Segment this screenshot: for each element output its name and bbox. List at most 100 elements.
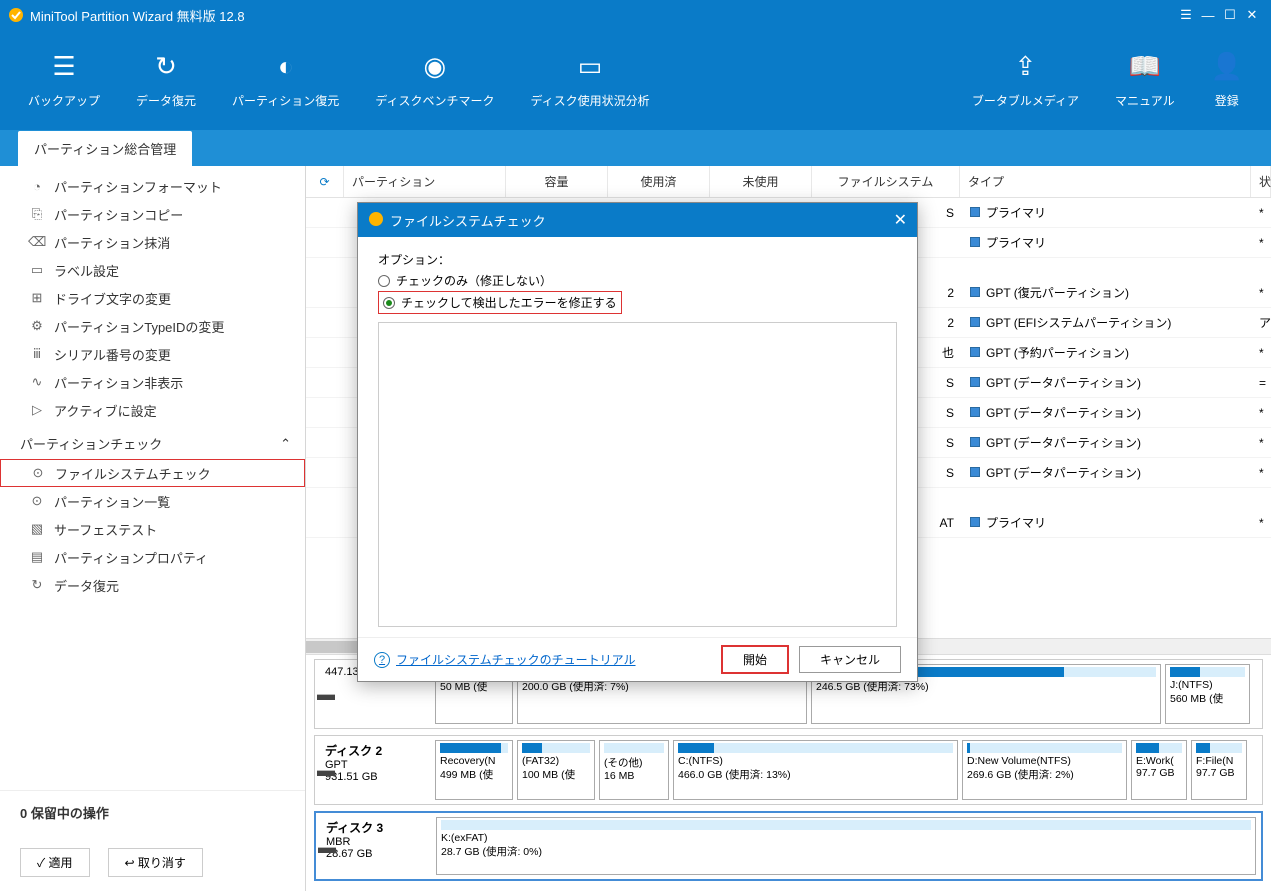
radio-check-and-fix-label: チェックして検出したエラーを修正する	[401, 294, 617, 311]
sidebar-item-icon: ⅲ	[28, 346, 46, 362]
sidebar-item-label: パーティション非表示	[54, 373, 183, 392]
close-button[interactable]: ✕	[1241, 7, 1263, 23]
tool-bootable-media[interactable]: ⇪ ブータブルメディア	[954, 46, 1097, 115]
tool-backup[interactable]: ☰ バックアップ	[10, 46, 118, 115]
maximize-button[interactable]: ☐	[1219, 7, 1241, 23]
disk-volume[interactable]: D:New Volume(NTFS)269.6 GB (使用済: 2%)	[962, 740, 1127, 800]
chevron-up-icon: ⌃	[280, 436, 291, 452]
sidebar-item[interactable]: ⅲシリアル番号の変更	[0, 340, 305, 368]
disk-volume[interactable]: (その他)16 MB	[599, 740, 669, 800]
col-free[interactable]: 未使用	[710, 166, 812, 197]
menu-icon[interactable]: ☰	[1175, 7, 1197, 23]
cell-status: *	[1251, 466, 1271, 480]
tool-label: バックアップ	[28, 92, 100, 109]
disk-volume[interactable]: J:(NTFS)560 MB (使	[1165, 664, 1250, 724]
cell-status: *	[1251, 236, 1271, 250]
sidebar-item-icon: ∿	[28, 374, 46, 390]
disk-benchmark-icon: ◉	[424, 52, 447, 82]
radio-check-only[interactable]: チェックのみ（修正しない）	[378, 270, 897, 291]
col-status[interactable]: 状	[1251, 166, 1271, 197]
sidebar-item[interactable]: ▷アクティブに設定	[0, 396, 305, 424]
cell-status: *	[1251, 346, 1271, 360]
tab-row: パーティション総合管理	[0, 130, 1271, 166]
col-partition[interactable]: パーティション	[344, 166, 506, 197]
sidebar-item-label: パーティションコピー	[54, 205, 183, 224]
undo-button[interactable]: ↩ 取り消す	[108, 848, 203, 877]
sidebar-item[interactable]: ⊞ドライブ文字の変更	[0, 284, 305, 312]
sidebar-item-label: パーティションTypeIDの変更	[54, 317, 224, 336]
bootable-media-icon: ⇪	[1015, 52, 1037, 82]
sidebar-item[interactable]: ▧サーフェステスト	[0, 515, 305, 543]
disk-volume[interactable]: Recovery(N499 MB (使	[435, 740, 513, 800]
cell-fs: S	[922, 376, 962, 390]
tool-manual[interactable]: 📖マニュアル	[1097, 46, 1193, 115]
tool-partition-recovery[interactable]: ◐パーティション復元	[214, 46, 357, 115]
tool-label: ブータブルメディア	[972, 92, 1079, 109]
sidebar-item[interactable]: ▭ラベル設定	[0, 256, 305, 284]
tool-label: パーティション復元	[232, 92, 339, 109]
col-type[interactable]: タイプ	[960, 166, 1251, 197]
cell-type: GPT (データパーティション)	[962, 464, 1251, 481]
sidebar-item[interactable]: ▤パーティションプロパティ	[0, 543, 305, 571]
cell-status: *	[1251, 436, 1271, 450]
col-fs[interactable]: ファイルシステム	[812, 166, 960, 197]
cell-status: ア	[1251, 314, 1271, 331]
backup-icon: ☰	[52, 52, 75, 82]
disk-volume[interactable]: F:File(N97.7 GB	[1191, 740, 1247, 800]
disk-header: ディスク 3MBR28.67 GB▬	[320, 817, 432, 875]
disk-map[interactable]: ディスク 2GPT931.51 GB▬Recovery(N499 MB (使(F…	[314, 735, 1263, 805]
cell-status: *	[1251, 406, 1271, 420]
sidebar-item-label: アクティブに設定	[54, 401, 157, 420]
col-capacity[interactable]: 容量	[506, 166, 608, 197]
start-button[interactable]: 開始	[721, 645, 789, 674]
disk-volume[interactable]: (FAT32)100 MB (使	[517, 740, 595, 800]
sidebar-item[interactable]: ⊙ファイルシステムチェック	[0, 459, 305, 487]
sidebar-item[interactable]: ⌫パーティション抹消	[0, 228, 305, 256]
sidebar-group-header[interactable]: パーティションチェック⌃	[0, 424, 305, 459]
col-used[interactable]: 使用済	[608, 166, 710, 197]
minimize-button[interactable]: —	[1197, 8, 1219, 23]
sidebar-item-label: データ復元	[54, 576, 119, 595]
tool-disk-usage[interactable]: ▭ディスク使用状況分析	[512, 46, 667, 115]
cell-type: プライマリ	[962, 234, 1251, 251]
cell-fs: 2	[922, 286, 962, 300]
cell-fs: S	[922, 466, 962, 480]
cell-fs: 2	[922, 316, 962, 330]
sidebar-item[interactable]: ↻ データ復元	[0, 571, 305, 599]
apply-button[interactable]: ✓ 適用	[20, 848, 90, 877]
dialog-titlebar: ファイルシステムチェック ✕	[358, 203, 917, 237]
tab-partition-mgmt[interactable]: パーティション総合管理	[18, 131, 192, 166]
dialog-close-icon[interactable]: ✕	[894, 210, 907, 230]
disk-volume[interactable]: E:Work(97.7 GB	[1131, 740, 1187, 800]
sidebar-item-icon: ⚙	[28, 318, 46, 334]
radio-check-and-fix[interactable]: チェックして検出したエラーを修正する	[378, 291, 622, 314]
cell-fs: AT	[922, 516, 962, 530]
disk-header: ディスク 2GPT931.51 GB▬	[319, 740, 431, 800]
tool-register[interactable]: 👤登録	[1193, 46, 1261, 115]
cell-type: GPT (EFIシステムパーティション)	[962, 314, 1251, 331]
disk-volume[interactable]: K:(exFAT)28.7 GB (使用済: 0%)	[436, 817, 1256, 875]
tool-data-recovery[interactable]: ↻データ復元	[118, 46, 214, 115]
tool-disk-benchmark[interactable]: ◉ディスクベンチマーク	[357, 46, 512, 115]
titlebar: MiniTool Partition Wizard 無料版 12.8 ☰ — ☐…	[0, 0, 1271, 30]
refresh-icon[interactable]: ⟳	[306, 166, 344, 197]
sidebar-item[interactable]: ⎘パーティションコピー	[0, 200, 305, 228]
sidebar-item-icon: ↻	[28, 577, 46, 593]
app-icon	[8, 7, 24, 23]
cell-type: プライマリ	[962, 204, 1251, 221]
sidebar-item[interactable]: ⚙ パーティションTypeIDの変更	[0, 312, 305, 340]
sidebar-item-label: パーティション一覧	[54, 492, 170, 511]
app-title: MiniTool Partition Wizard 無料版 12.8	[30, 6, 245, 25]
radio-check-only-label: チェックのみ（修正しない）	[396, 272, 552, 289]
sidebar-item[interactable]: ∿ パーティション非表示	[0, 368, 305, 396]
disk-volume[interactable]: C:(NTFS)466.0 GB (使用済: 13%)	[673, 740, 958, 800]
sidebar-list: ◔パーティションフォーマット⎘パーティションコピー⌫パーティション抹消▭ラベル設…	[0, 166, 305, 790]
sidebar-item[interactable]: ◔パーティションフォーマット	[0, 172, 305, 200]
cell-type: GPT (復元パーティション)	[962, 284, 1251, 301]
tutorial-link[interactable]: ?ファイルシステムチェックのチュートリアル	[374, 651, 636, 668]
sidebar-item-label: パーティションフォーマット	[54, 177, 222, 196]
sidebar-item-icon: ▭	[28, 262, 46, 278]
cancel-button[interactable]: キャンセル	[799, 646, 901, 673]
disk-map[interactable]: ディスク 3MBR28.67 GB▬K:(exFAT)28.7 GB (使用済:…	[314, 811, 1263, 881]
sidebar-item[interactable]: ⊙パーティション一覧	[0, 487, 305, 515]
